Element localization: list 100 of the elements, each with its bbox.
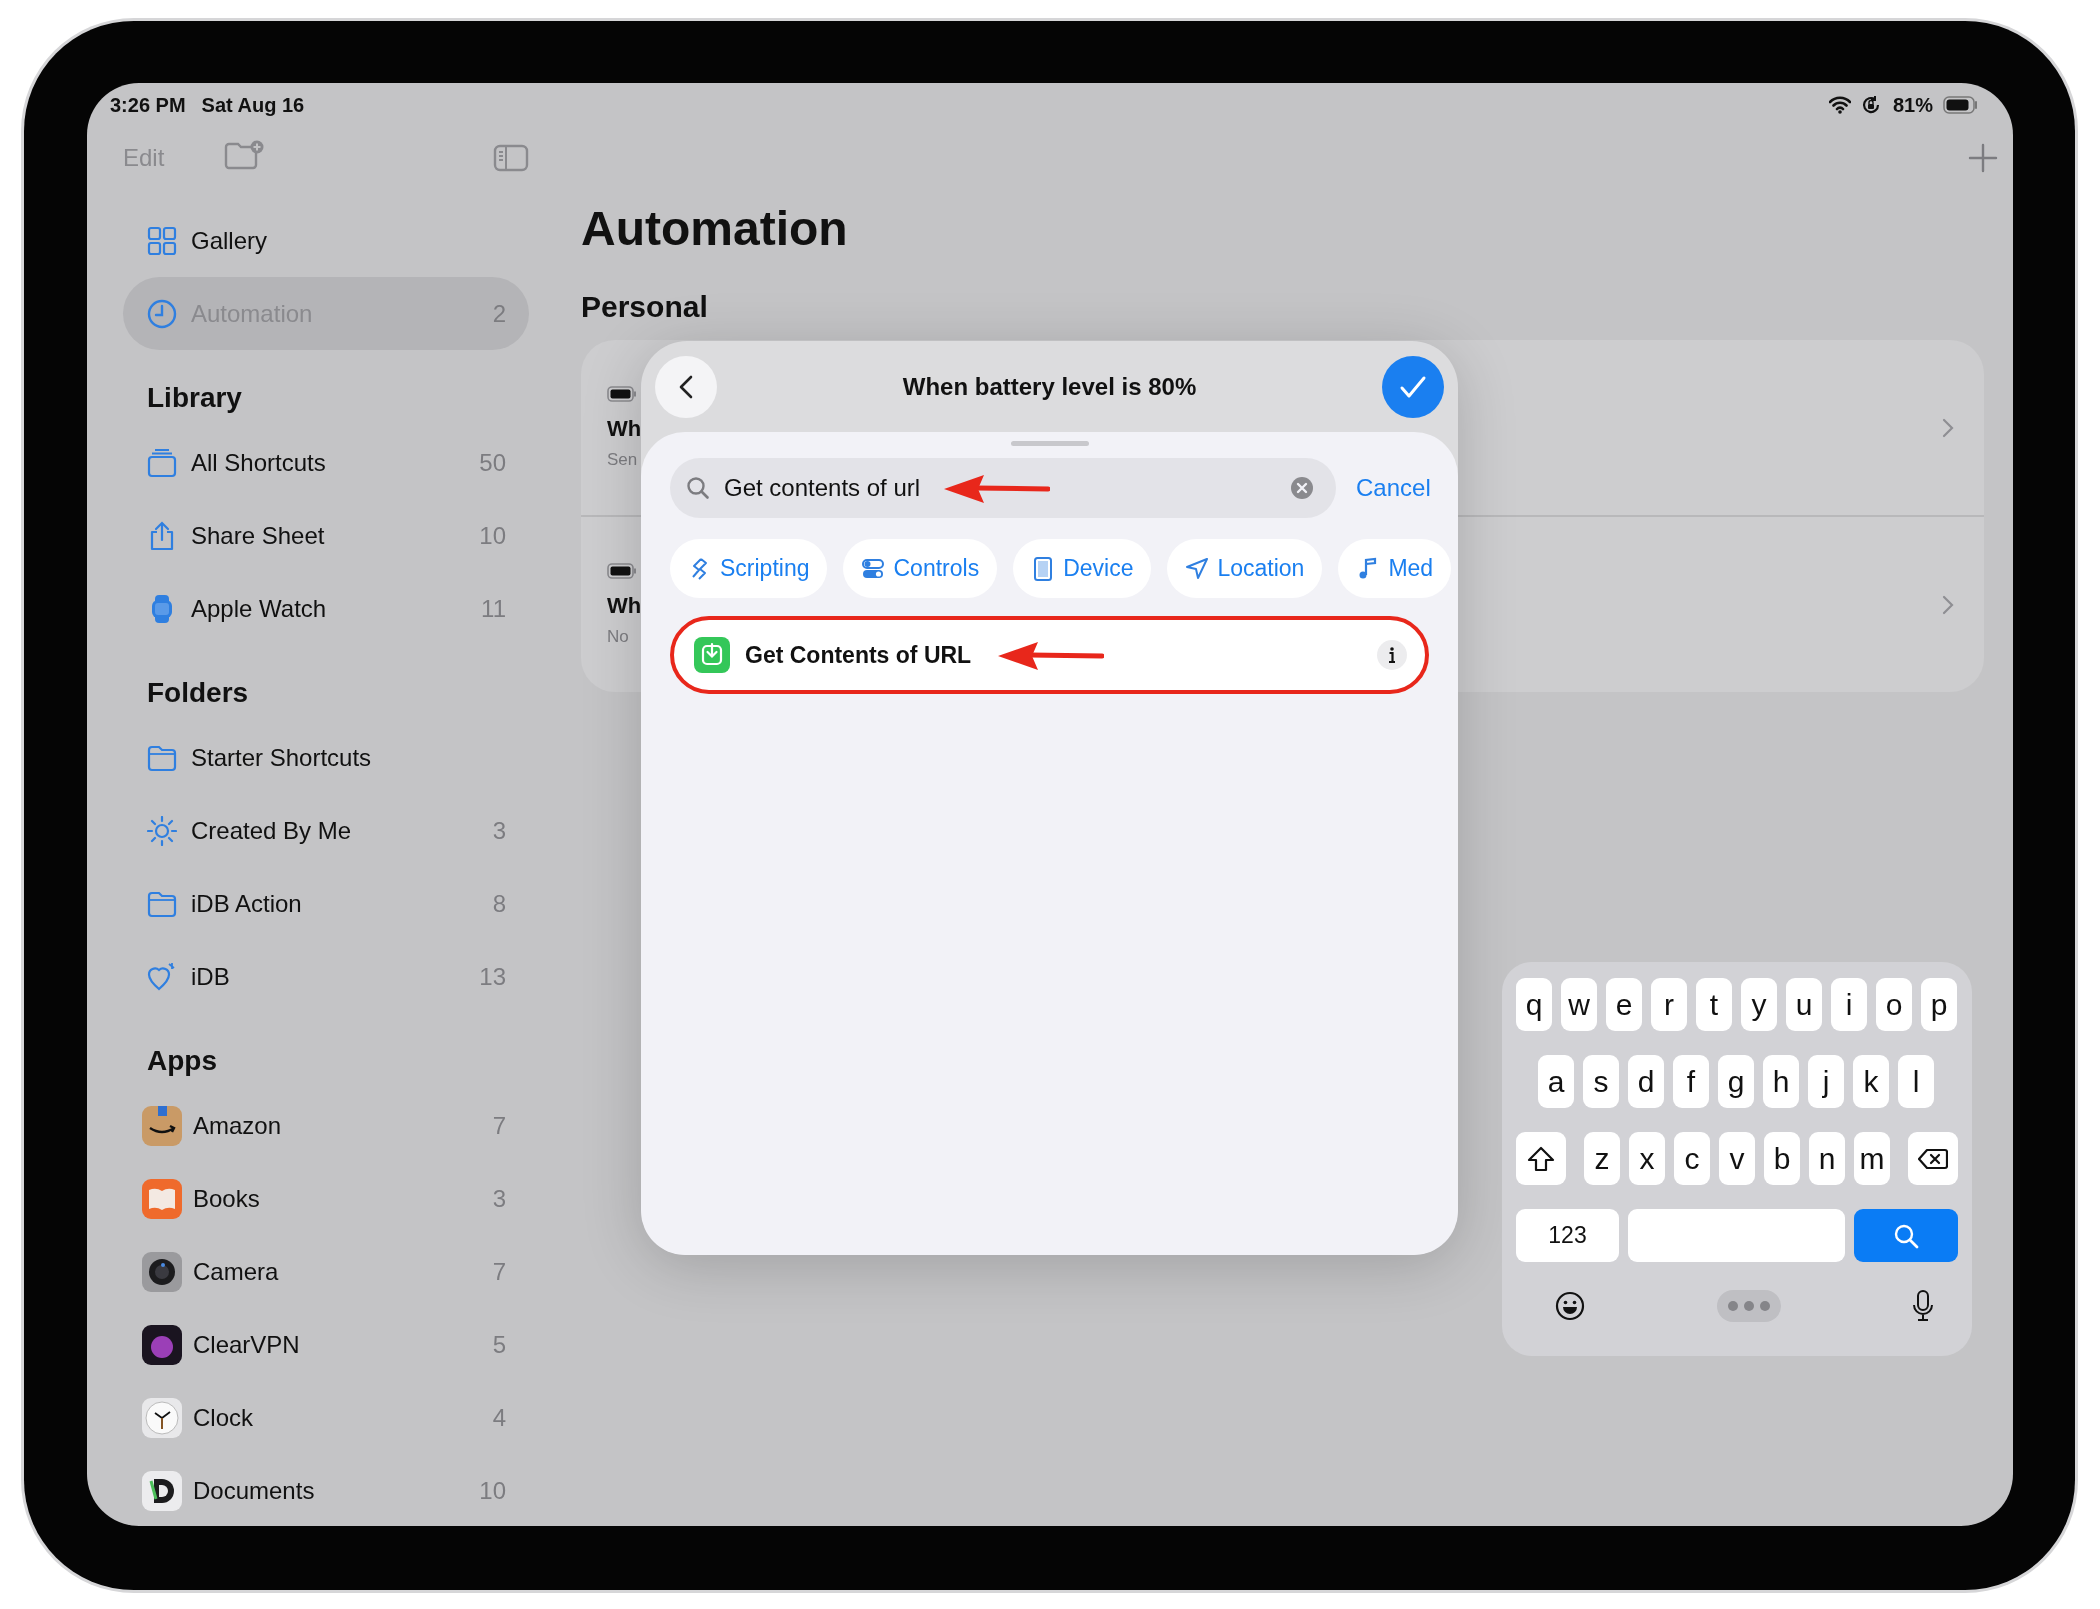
- category-chip[interactable]: Scripting: [670, 539, 828, 598]
- numbers-key[interactable]: 123: [1516, 1209, 1619, 1262]
- shift-key[interactable]: [1516, 1132, 1566, 1185]
- sidebar-item[interactable]: Books 3: [123, 1162, 529, 1235]
- stack-icon: [147, 447, 177, 478]
- sidebar-item[interactable]: ClearVPN 5: [123, 1308, 529, 1381]
- keyboard-key[interactable]: z: [1584, 1132, 1620, 1185]
- microphone-icon[interactable]: [1912, 1290, 1934, 1322]
- sidebar-item[interactable]: iDB Action 8: [123, 867, 529, 940]
- keyboard-key[interactable]: v: [1719, 1132, 1755, 1185]
- location-arrow-icon: [1185, 556, 1210, 581]
- grid-icon: [147, 225, 177, 256]
- keyboard-key[interactable]: x: [1629, 1132, 1665, 1185]
- keyboard-key[interactable]: g: [1718, 1055, 1754, 1108]
- chevron-left-icon: [679, 374, 693, 399]
- section-heading: Library: [146, 381, 243, 415]
- keyboard-key[interactable]: h: [1763, 1055, 1799, 1108]
- add-icon[interactable]: [1968, 143, 1998, 173]
- section-heading: Apps: [146, 1044, 218, 1078]
- toggles-icon: [861, 556, 886, 581]
- clock-app-icon: [142, 1397, 182, 1438]
- battery-icon: [607, 562, 637, 579]
- category-chip[interactable]: Med: [1338, 539, 1452, 598]
- sidebar-item[interactable]: Created By Me 3: [123, 794, 529, 867]
- sidebar-toggle-icon[interactable]: [493, 144, 529, 172]
- keyboard-key[interactable]: b: [1764, 1132, 1800, 1185]
- search-key[interactable]: [1854, 1209, 1958, 1262]
- page-title: Automation: [581, 201, 849, 257]
- automation-title: Wh: [607, 592, 642, 619]
- keyboard-key[interactable]: q: [1516, 978, 1552, 1031]
- sidebar-item[interactable]: iDB 13: [123, 940, 529, 1013]
- dialog-title: When battery level is 80%: [901, 372, 1198, 401]
- keyboard-key[interactable]: l: [1898, 1055, 1934, 1108]
- keyboard-key[interactable]: u: [1786, 978, 1822, 1031]
- more-handle-icon[interactable]: [1716, 1290, 1781, 1322]
- checkmark-icon: [1399, 374, 1427, 399]
- status-date: Sat Aug 16: [201, 93, 305, 117]
- keyboard-key[interactable]: p: [1921, 978, 1957, 1031]
- search-icon: [1893, 1222, 1919, 1249]
- battery-percent: 81%: [1892, 93, 1933, 117]
- battery-icon: [607, 385, 637, 402]
- sidebar-item[interactable]: All Shortcuts 50: [123, 426, 529, 499]
- automation-title: Wh: [607, 415, 642, 442]
- emoji-icon[interactable]: [1555, 1291, 1585, 1321]
- clock-icon: [147, 298, 177, 329]
- sidebar-item[interactable]: Share Sheet 10: [123, 499, 529, 572]
- section-heading: Folders: [146, 676, 250, 710]
- sidebar-item[interactable]: Clock 4: [123, 1381, 529, 1454]
- backspace-key[interactable]: [1908, 1132, 1958, 1185]
- circle-app-icon: [142, 1324, 182, 1365]
- action-result-row[interactable]: Get Contents of URL: [670, 616, 1429, 694]
- keyboard-key[interactable]: c: [1674, 1132, 1710, 1185]
- keyboard-key[interactable]: n: [1809, 1132, 1845, 1185]
- sidebar-item[interactable]: Apple Watch 11: [123, 572, 529, 645]
- keyboard-key[interactable]: k: [1853, 1055, 1889, 1108]
- sidebar-item[interactable]: Starter Shortcuts: [123, 721, 529, 794]
- info-icon[interactable]: [1377, 640, 1407, 670]
- sheet-grabber[interactable]: [1010, 441, 1089, 446]
- keyboard-key[interactable]: y: [1741, 978, 1777, 1031]
- keyboard-key[interactable]: d: [1628, 1055, 1664, 1108]
- category-chip[interactable]: Device: [1013, 539, 1152, 598]
- sun-icon: [147, 815, 177, 846]
- keyboard-key[interactable]: t: [1696, 978, 1732, 1031]
- sidebar-item[interactable]: Gallery: [123, 204, 529, 277]
- section-heading: Personal: [581, 290, 709, 324]
- sidebar-item[interactable]: Documents 10: [123, 1454, 529, 1526]
- keyboard-key[interactable]: j: [1808, 1055, 1844, 1108]
- chevron-right-icon[interactable]: [1942, 417, 1954, 438]
- shift-arrow-icon: [1527, 1145, 1555, 1172]
- wifi-icon: [1828, 96, 1851, 114]
- search-field[interactable]: Get contents of url: [670, 458, 1336, 518]
- keyboard-key[interactable]: m: [1854, 1132, 1890, 1185]
- book-app-icon: [142, 1178, 182, 1219]
- download-app-icon: [694, 637, 730, 673]
- sidebar-item[interactable]: Amazon 7: [123, 1089, 529, 1162]
- keyboard-key[interactable]: f: [1673, 1055, 1709, 1108]
- heart-icon: [147, 961, 177, 992]
- clock-time: 3:26 PM: [110, 93, 186, 117]
- lens-app-icon: [142, 1251, 182, 1292]
- battery-icon: [1943, 96, 1979, 114]
- document-app-icon: [142, 1470, 182, 1511]
- keyboard-key[interactable]: e: [1606, 978, 1642, 1031]
- automation-subtitle: No: [607, 626, 630, 647]
- category-chip[interactable]: Controls: [843, 539, 998, 598]
- search-icon: [686, 476, 710, 500]
- category-chip[interactable]: Location: [1167, 539, 1323, 598]
- automation-subtitle: Sen: [607, 449, 639, 470]
- delete-left-icon: [1918, 1147, 1948, 1170]
- keyboard-key[interactable]: s: [1583, 1055, 1619, 1108]
- keyboard-key[interactable]: a: [1538, 1055, 1574, 1108]
- rotation-lock-icon: [1860, 95, 1881, 115]
- sidebar-item[interactable]: Camera 7: [123, 1235, 529, 1308]
- clear-icon[interactable]: [1290, 476, 1314, 500]
- keyboard-key[interactable]: o: [1876, 978, 1912, 1031]
- keyboard-key[interactable]: r: [1651, 978, 1687, 1031]
- chevron-right-icon[interactable]: [1942, 594, 1954, 615]
- keyboard-key[interactable]: w: [1561, 978, 1597, 1031]
- smile-app-icon: [142, 1105, 182, 1146]
- cancel-button[interactable]: Cancel: [1356, 474, 1431, 502]
- keyboard-key[interactable]: i: [1831, 978, 1867, 1031]
